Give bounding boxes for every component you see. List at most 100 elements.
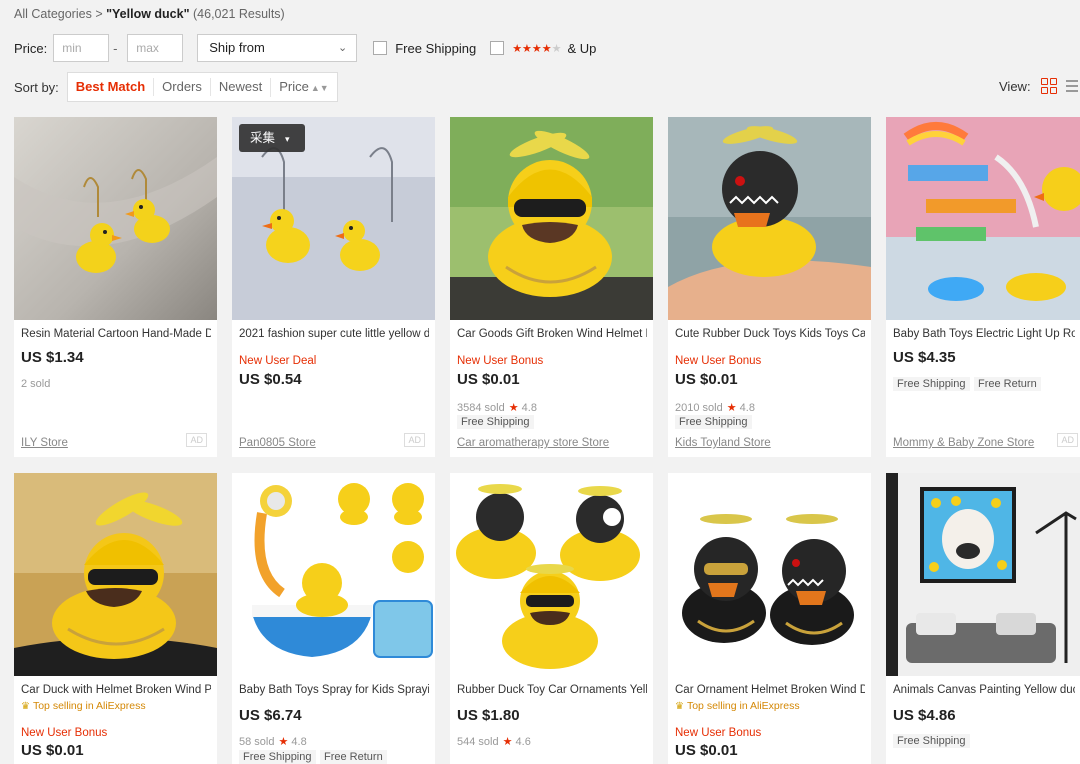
- product-price: US $0.01: [21, 742, 84, 759]
- product-card[interactable]: Animals Canvas Painting Yellow duck Post…: [886, 473, 1080, 764]
- rating-filter[interactable]: ★★★★ ★ & Up: [490, 41, 596, 56]
- store-link[interactable]: Kids Toyland Store: [675, 437, 771, 449]
- promo-label: New User Bonus: [21, 727, 108, 739]
- product-price: US $0.01: [675, 742, 738, 759]
- product-price: US $4.35: [893, 349, 956, 366]
- top-selling-badge: ♛ Top selling in AliExpress: [21, 700, 146, 712]
- rating-value: 4.8: [521, 402, 537, 414]
- breadcrumb-all-categories[interactable]: All Categories: [14, 7, 92, 21]
- product-card[interactable]: Baby Bath Toys Electric Light Up Rotatin…: [886, 117, 1080, 457]
- product-title[interactable]: Baby Bath Toys Electric Light Up Rotatin…: [893, 328, 1075, 340]
- product-image-canvas-painting[interactable]: [886, 473, 1080, 676]
- free-shipping-filter[interactable]: Free Shipping: [373, 41, 476, 56]
- caret-down-icon: ▾: [285, 134, 290, 144]
- product-title[interactable]: Car Goods Gift Broken Wind Helmet Duck: [457, 328, 647, 340]
- sort-best-match[interactable]: Best Match: [68, 78, 153, 96]
- shipping-tag: Free Shipping: [893, 377, 970, 391]
- filter-bar: Price: min - max Ship from ⌄ Free Shippi…: [14, 34, 596, 62]
- free-shipping-checkbox[interactable]: [373, 41, 388, 55]
- sort-orders[interactable]: Orders: [153, 78, 210, 96]
- top-selling-label: Top selling in AliExpress: [686, 700, 800, 712]
- shipping-tag: Free Shipping: [239, 750, 316, 764]
- ad-badge: AD: [404, 433, 425, 447]
- search-query: "Yellow duck": [106, 7, 190, 21]
- product-title[interactable]: Animals Canvas Painting Yellow duck Post…: [893, 684, 1075, 696]
- product-image-helmet-duck[interactable]: [450, 117, 653, 320]
- sort-newest[interactable]: Newest: [209, 78, 270, 96]
- store-link[interactable]: Pan0805 Store: [239, 437, 316, 449]
- product-title[interactable]: 2021 fashion super cute little yellow du…: [239, 328, 429, 340]
- star-icons: ★★★★: [512, 42, 552, 55]
- crown-icon: ♛: [21, 701, 30, 712]
- product-image-earrings[interactable]: [14, 117, 217, 320]
- product-price: US $0.01: [675, 371, 738, 388]
- crown-icon: ♛: [675, 701, 684, 712]
- product-card[interactable]: Cute Rubber Duck Toys Kids Toys Car Deco…: [668, 117, 871, 457]
- product-card[interactable]: Resin Material Cartoon Hand-Made Duck Ea…: [14, 117, 217, 457]
- product-title[interactable]: Baby Bath Toys Spray for Kids Spraying W…: [239, 684, 429, 696]
- product-card[interactable]: Car Ornament Helmet Broken Wind Duck ♛ To…: [668, 473, 871, 764]
- product-image-spray-toy[interactable]: [232, 473, 435, 676]
- sold-count: 2 sold: [21, 378, 51, 390]
- list-view-icon[interactable]: [1065, 79, 1078, 93]
- product-image-car-duck[interactable]: [14, 473, 217, 676]
- product-card[interactable]: 采集 ▾ 2021 fashion super cute little yello…: [232, 117, 435, 457]
- product-image-duck-earrings[interactable]: 采集 ▾: [232, 117, 435, 320]
- shipping-tag: Free Shipping: [457, 415, 534, 429]
- collect-label: 采集: [250, 131, 276, 145]
- product-card[interactable]: Baby Bath Toys Spray for Kids Spraying W…: [232, 473, 435, 764]
- product-price: US $6.74: [239, 707, 302, 724]
- product-price: US $4.86: [893, 707, 956, 724]
- product-title[interactable]: Rubber Duck Toy Car Ornaments Yellow Duc…: [457, 684, 647, 696]
- breadcrumb-separator: >: [95, 7, 103, 21]
- product-title[interactable]: Car Duck with Helmet Broken Wind Pendant: [21, 684, 211, 696]
- product-image-bath-toy[interactable]: [886, 117, 1080, 320]
- grid-view-icon[interactable]: [1040, 78, 1057, 94]
- sold-count: 544 sold: [457, 736, 499, 748]
- search-results-page: All Categories > "Yellow duck" (46,021 R…: [0, 0, 1080, 764]
- promo-label: New User Bonus: [457, 355, 544, 367]
- sold-count: 58 sold: [239, 736, 275, 748]
- product-image-black-ducks[interactable]: [668, 473, 871, 676]
- sort-bar: Sort by: Best Match Orders Newest Price ▲…: [14, 72, 338, 102]
- promo-label: New User Bonus: [675, 727, 762, 739]
- sold-count: 2010 sold: [675, 402, 723, 414]
- product-card[interactable]: Car Goods Gift Broken Wind Helmet Duck N…: [450, 117, 653, 457]
- product-price: US $0.01: [457, 371, 520, 388]
- product-price: US $1.34: [21, 349, 84, 366]
- ad-badge: AD: [1057, 433, 1078, 447]
- product-image-shark-helmet-duck[interactable]: [668, 117, 871, 320]
- price-min-input[interactable]: min: [53, 34, 110, 62]
- product-title[interactable]: Car Ornament Helmet Broken Wind Duck: [675, 684, 865, 696]
- sort-price-label: Price: [279, 78, 309, 94]
- breadcrumb: All Categories > "Yellow duck" (46,021 R…: [14, 7, 285, 21]
- store-link[interactable]: Car aromatherapy store Store: [457, 437, 609, 449]
- collect-button[interactable]: 采集 ▾: [239, 124, 305, 152]
- product-image-three-ducks[interactable]: [450, 473, 653, 676]
- ship-from-select[interactable]: Ship from ⌄: [197, 34, 358, 62]
- rating-value: 4.6: [515, 736, 531, 748]
- product-price: US $0.54: [239, 371, 302, 388]
- product-card[interactable]: Rubber Duck Toy Car Ornaments Yellow Duc…: [450, 473, 653, 764]
- star-icon: ★: [508, 402, 519, 414]
- result-count: (46,021 Results): [193, 7, 285, 21]
- price-dash: -: [113, 40, 118, 56]
- top-selling-label: Top selling in AliExpress: [32, 700, 146, 712]
- star-icon: ★: [726, 402, 737, 414]
- store-link[interactable]: Mommy & Baby Zone Store: [893, 437, 1034, 449]
- return-tag: Free Return: [320, 750, 387, 764]
- sort-price[interactable]: Price ▲▼: [270, 77, 336, 97]
- store-link[interactable]: ILY Store: [21, 437, 68, 449]
- ad-badge: AD: [186, 433, 207, 447]
- product-title[interactable]: Resin Material Cartoon Hand-Made Duck Ea…: [21, 328, 211, 340]
- product-title[interactable]: Cute Rubber Duck Toys Kids Toys Car Deco…: [675, 328, 865, 340]
- star-icon: ★: [502, 736, 513, 748]
- product-card[interactable]: Car Duck with Helmet Broken Wind Pendant…: [14, 473, 217, 764]
- rating-and-up-label: & Up: [567, 40, 597, 56]
- sort-options: Best Match Orders Newest Price ▲▼: [66, 72, 338, 102]
- view-label: View:: [999, 78, 1031, 94]
- sold-rating: 58 sold ★ 4.8: [239, 735, 307, 748]
- price-max-input[interactable]: max: [127, 34, 184, 62]
- rating-checkbox[interactable]: [490, 41, 505, 55]
- rating-value: 4.8: [739, 402, 755, 414]
